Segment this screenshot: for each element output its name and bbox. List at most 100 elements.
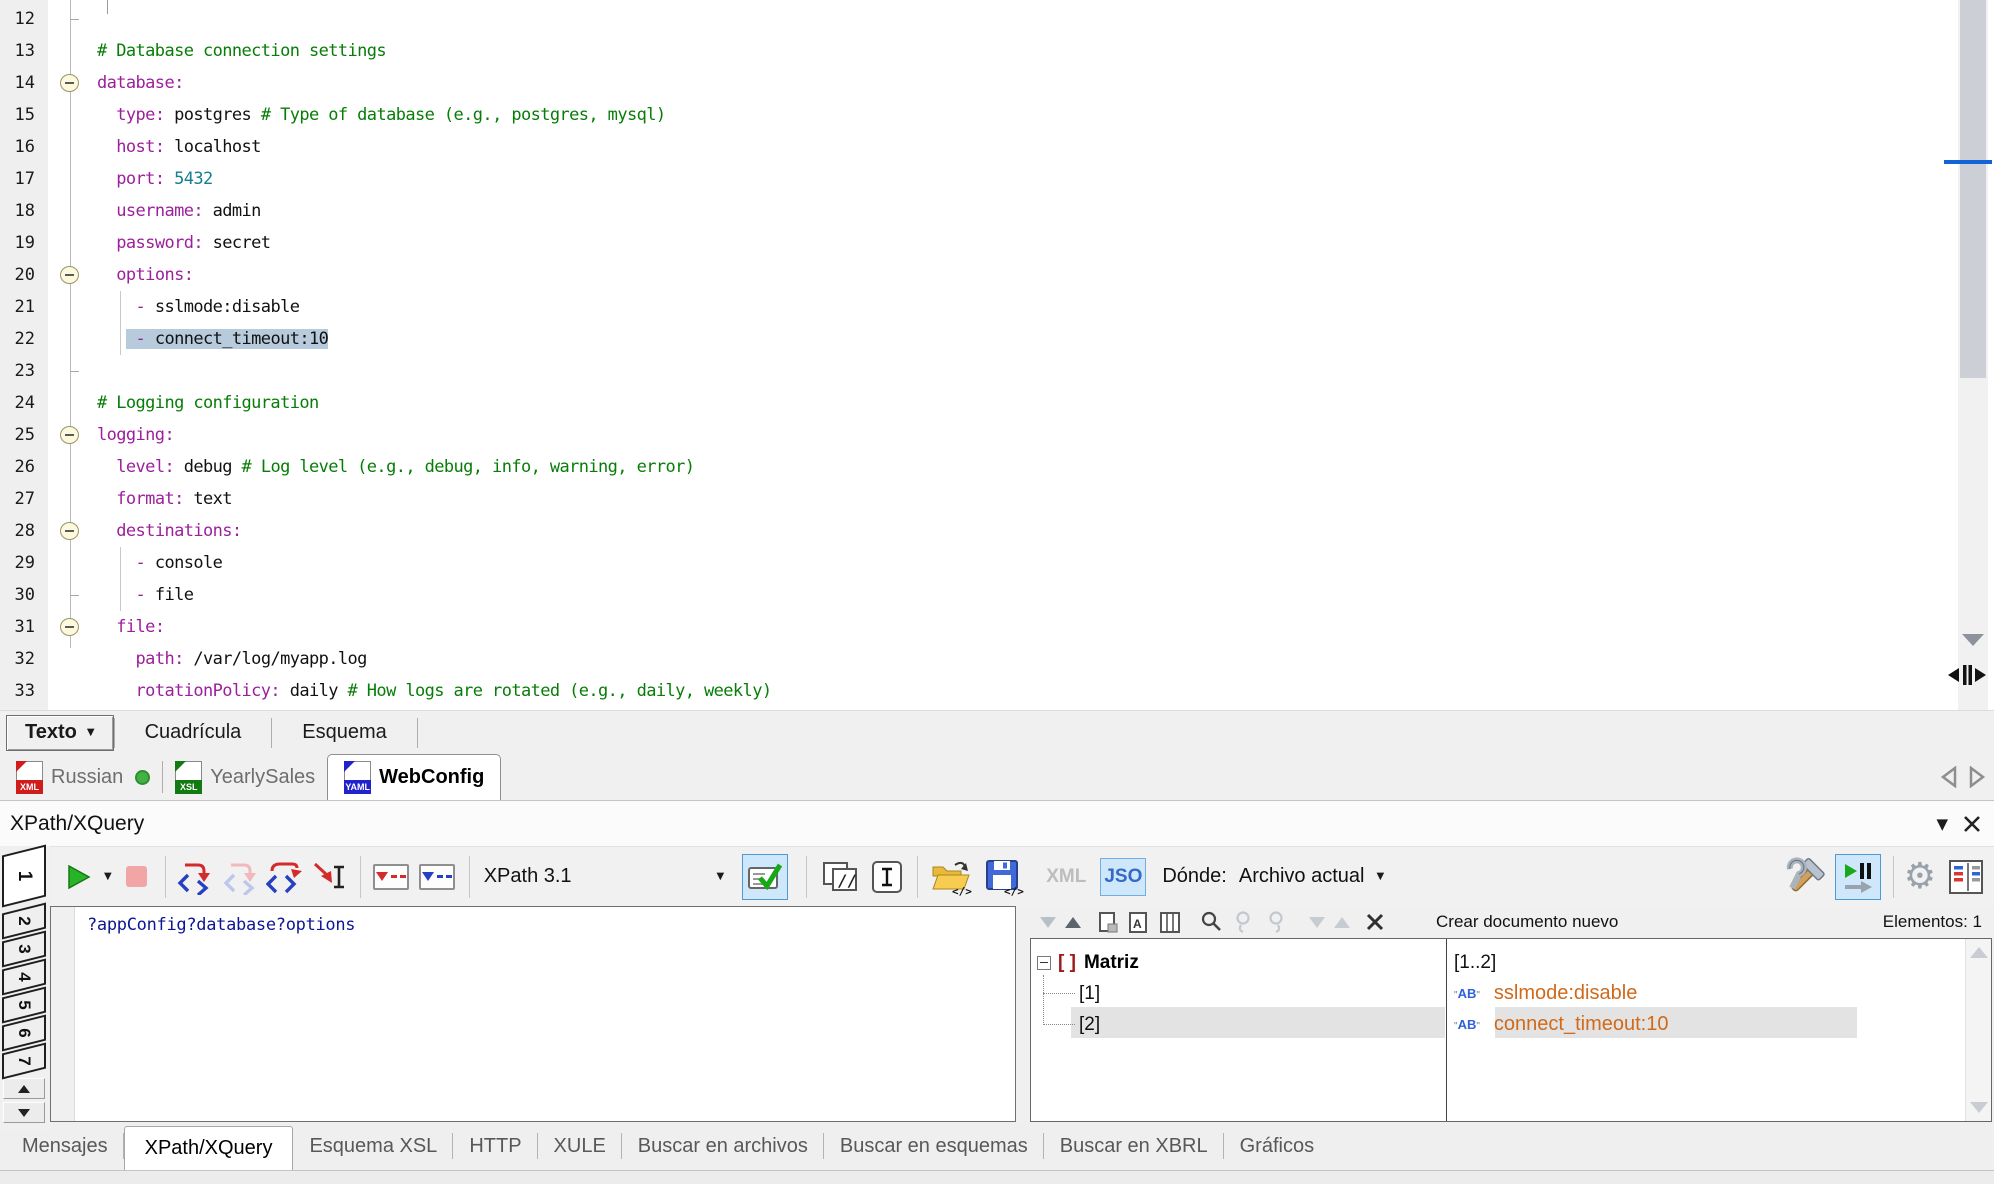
- yaml-editor[interactable]: 1213141516171819202122232425262728293031…: [0, 0, 1994, 710]
- code-line-24[interactable]: # Logging configuration: [97, 387, 1937, 419]
- open-query-button[interactable]: </>: [930, 858, 972, 896]
- code-line-29[interactable]: - console: [97, 547, 1937, 579]
- code-line-17[interactable]: port: 5432: [97, 163, 1937, 195]
- code-line-19[interactable]: password: secret: [97, 227, 1937, 259]
- view-tab-cuadr-cula[interactable]: Cuadrícula: [115, 715, 272, 751]
- evaluate-on-typing-button[interactable]: [742, 854, 788, 900]
- code-line-30[interactable]: - file: [97, 579, 1937, 611]
- code-line-12[interactable]: [97, 3, 1937, 35]
- fold-collapse-icon[interactable]: [60, 426, 79, 444]
- code-line-23[interactable]: [97, 355, 1937, 387]
- code-line-32[interactable]: path: /var/log/myapp.log: [97, 643, 1937, 675]
- document-text-icon[interactable]: A: [1128, 911, 1150, 934]
- prev-result-icon[interactable]: [1040, 917, 1056, 928]
- fold-collapse-icon[interactable]: [60, 266, 79, 284]
- result-row-array[interactable]: [ ] Matriz: [1037, 947, 1139, 978]
- results-action-label[interactable]: Crear documento nuevo: [1436, 912, 1618, 932]
- breakpoint-list-button[interactable]: [373, 864, 409, 890]
- move-down-icon[interactable]: [1309, 917, 1325, 928]
- file-tab-yearlysales[interactable]: XSLYearlySales: [163, 754, 327, 800]
- tracepoint-list-button[interactable]: [419, 864, 455, 890]
- fold-collapse-icon[interactable]: [60, 74, 79, 92]
- code-line-31[interactable]: file:: [97, 611, 1937, 643]
- xml-mode-toggle[interactable]: XML: [1046, 866, 1086, 888]
- step-over-button[interactable]: [222, 859, 258, 895]
- where-dropdown[interactable]: Archivo actual▼: [1239, 865, 1384, 888]
- step-out-button[interactable]: [266, 859, 302, 895]
- code-line-21[interactable]: - sslmode:disable: [97, 291, 1937, 323]
- query-expression[interactable]: ?appConfig?database?options: [87, 915, 355, 935]
- collapse-icon[interactable]: [1037, 956, 1051, 970]
- panel-menu-caret-icon[interactable]: ▼: [1936, 815, 1948, 833]
- result-row-1[interactable]: [1]: [1079, 978, 1100, 1009]
- settings-button[interactable]: ⚙: [1904, 859, 1936, 895]
- results-grid[interactable]: [ ] Matriz [1..2] [1] "AB" sslmode:disab…: [1030, 938, 1992, 1122]
- search-next-icon[interactable]: [1266, 910, 1290, 934]
- text-view-button[interactable]: [871, 860, 903, 894]
- bottom-tab-esquema-xsl[interactable]: Esquema XSL: [293, 1122, 453, 1170]
- run-to-cursor-button[interactable]: [312, 859, 346, 895]
- next-result-icon[interactable]: [1065, 917, 1081, 928]
- panel-close-icon[interactable]: [1962, 814, 1982, 834]
- result-row-2-selected[interactable]: [2]: [1079, 1009, 1100, 1040]
- code-line-16[interactable]: host: localhost: [97, 131, 1937, 163]
- grid-column-divider[interactable]: [1446, 939, 1447, 1121]
- code-line-14[interactable]: database:: [97, 67, 1937, 99]
- code-line-20[interactable]: options:: [97, 259, 1937, 291]
- json-mode-toggle[interactable]: JSO: [1100, 858, 1146, 896]
- fold-collapse-icon[interactable]: [60, 522, 79, 540]
- file-tab-webconfig[interactable]: YAMLWebConfig: [327, 754, 501, 800]
- scroll-down-icon[interactable]: [1962, 634, 1984, 646]
- view-tab-texto[interactable]: Texto▼: [6, 715, 114, 751]
- bottom-tab-xule[interactable]: XULE: [538, 1122, 622, 1170]
- xpath-version-caret[interactable]: ▼: [717, 871, 725, 882]
- columns-icon[interactable]: [1159, 911, 1181, 934]
- code-line-15[interactable]: type: postgres # Type of database (e.g.,…: [97, 99, 1937, 131]
- fold-collapse-icon[interactable]: [60, 618, 79, 636]
- xpath-version-dropdown[interactable]: XPath 3.1: [484, 865, 572, 888]
- clear-results-icon[interactable]: [1365, 912, 1385, 932]
- view-tab-esquema[interactable]: Esquema: [272, 715, 417, 751]
- bottom-tab-http[interactable]: HTTP: [453, 1122, 537, 1170]
- layout-button[interactable]: [1948, 859, 1984, 895]
- code-line-18[interactable]: username: admin: [97, 195, 1937, 227]
- stop-button[interactable]: [126, 866, 147, 887]
- save-query-button[interactable]: </>: [984, 858, 1024, 896]
- search-prev-icon[interactable]: [1233, 910, 1257, 934]
- query-tab-scroll-up[interactable]: [3, 1078, 45, 1099]
- bottom-tab-buscar-en-archivos[interactable]: Buscar en archivos: [622, 1122, 824, 1170]
- tools-button[interactable]: [1783, 856, 1827, 898]
- prev-tab-icon[interactable]: [1940, 766, 1958, 788]
- run-query-button[interactable]: [64, 863, 92, 891]
- code-line-13[interactable]: # Database connection settings: [97, 35, 1937, 67]
- code-line-27[interactable]: format: text: [97, 483, 1937, 515]
- bottom-tab-xpath-xquery[interactable]: XPath/XQuery: [124, 1126, 294, 1170]
- search-icon[interactable]: [1200, 910, 1224, 934]
- code-lines[interactable]: # Database connection settingsdatabase: …: [97, 3, 1937, 707]
- query-tab-scroll-down[interactable]: [3, 1102, 45, 1123]
- run-options-caret[interactable]: ▼: [104, 871, 112, 882]
- code-line-26[interactable]: level: debug # Log level (e.g., debug, i…: [97, 451, 1937, 483]
- move-up-icon[interactable]: [1334, 917, 1350, 928]
- code-line-22[interactable]: - connect_timeout:10: [97, 323, 1937, 355]
- bottom-tab-gr-ficos[interactable]: Gráficos: [1224, 1122, 1330, 1170]
- query-editor[interactable]: ?appConfig?database?options: [50, 906, 1016, 1122]
- query-tab-1[interactable]: 1: [2, 845, 46, 908]
- editor-scrollbar-thumb[interactable]: [1960, 0, 1986, 378]
- comment-selection-button[interactable]: //: [821, 860, 859, 894]
- next-tab-icon[interactable]: [1968, 766, 1986, 788]
- run-pause-debug-button[interactable]: [1835, 854, 1881, 900]
- result-value-range[interactable]: [1..2]: [1454, 947, 1496, 978]
- file-tab-russian[interactable]: XMLRussian: [4, 754, 162, 800]
- scroll-up-icon[interactable]: [1970, 947, 1988, 958]
- new-document-icon[interactable]: [1098, 911, 1119, 934]
- bottom-tab-buscar-en-esquemas[interactable]: Buscar en esquemas: [824, 1122, 1044, 1170]
- results-scrollbar[interactable]: [1965, 939, 1991, 1121]
- step-into-button[interactable]: [176, 859, 212, 895]
- result-value-1[interactable]: "AB" sslmode:disable: [1454, 978, 1637, 1009]
- code-line-33[interactable]: rotationPolicy: daily # How logs are rot…: [97, 675, 1937, 707]
- code-line-28[interactable]: destinations:: [97, 515, 1937, 547]
- code-line-25[interactable]: logging:: [97, 419, 1937, 451]
- scroll-down-icon[interactable]: [1970, 1102, 1988, 1113]
- split-view-handle-icon[interactable]: [1946, 660, 1988, 690]
